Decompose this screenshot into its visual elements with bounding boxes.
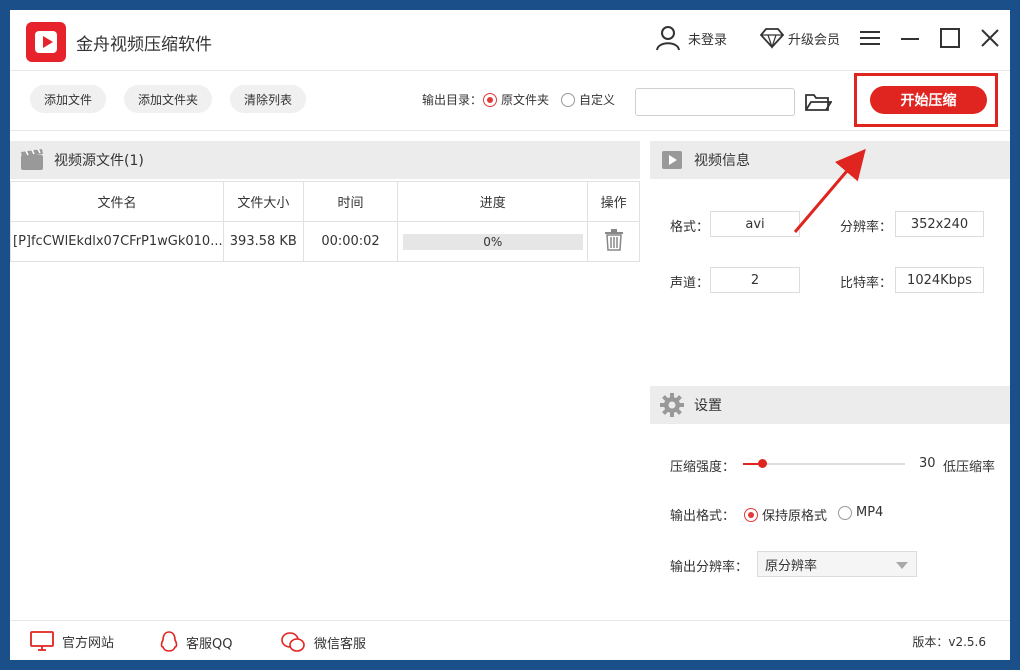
start-button-highlight: 开始压缩: [854, 73, 998, 127]
folder-open-icon[interactable]: [803, 88, 833, 116]
divider: [10, 70, 1010, 71]
option-label: 自定义: [579, 93, 616, 107]
files-panel-header: 视频源文件(1): [10, 141, 640, 179]
wechat-label: 微信客服: [314, 636, 367, 652]
radio-selected-icon: [483, 92, 497, 107]
vip-label: 升级会员: [788, 32, 841, 48]
minimize-icon[interactable]: [890, 18, 930, 58]
output-format-keep-option[interactable]: 保持原格式: [744, 505, 827, 524]
progress-bar: 0%: [402, 233, 583, 250]
radio-icon: [561, 92, 575, 107]
table-row[interactable]: [P]fcCWlEkdlx07CFrP1wGk010... 393.58 KB …: [10, 221, 640, 262]
slider-thumb[interactable]: [757, 459, 767, 468]
file-name-cell: [P]fcCWlEkdlx07CFrP1wGk010...: [10, 221, 224, 262]
monitor-icon: [30, 631, 54, 651]
output-format-mp4-option[interactable]: MP4: [838, 505, 883, 520]
title-bar: 金舟视频压缩软件 未登录 升级会员: [10, 10, 1010, 70]
compress-strength-desc: 低压缩率: [943, 460, 996, 475]
column-header: 进度: [397, 181, 589, 222]
gear-icon: [660, 393, 684, 417]
start-compress-button[interactable]: 开始压缩: [870, 86, 987, 114]
resolution-value: 352x240: [895, 211, 984, 237]
chevron-down-icon: [896, 562, 908, 569]
maximize-icon[interactable]: [930, 18, 970, 58]
file-size-cell: 393.58 KB: [222, 221, 304, 262]
customer-qq-link[interactable]: 客服QQ: [160, 631, 232, 653]
table-header-row: 文件名 文件大小 时间 进度 操作: [10, 181, 640, 222]
website-label: 官方网站: [62, 635, 115, 651]
customer-wechat-link[interactable]: 微信客服: [280, 631, 366, 653]
format-value: avi: [710, 211, 800, 237]
video-info-title: 视频信息: [694, 153, 750, 169]
add-folder-button[interactable]: 添加文件夹: [124, 85, 213, 113]
format-label: 格式：: [670, 220, 710, 235]
column-header: 时间: [302, 181, 399, 222]
clear-list-button[interactable]: 清除列表: [230, 85, 307, 113]
film-icon: [20, 148, 44, 172]
column-header: 文件大小: [222, 181, 304, 222]
trash-icon[interactable]: [604, 228, 624, 255]
footer: 官方网站 客服QQ 微信客服 版本：v2.5.6: [10, 620, 1010, 660]
output-resolution-select[interactable]: 原分辨率: [757, 551, 917, 577]
close-icon[interactable]: [970, 18, 1010, 58]
diamond-icon: [760, 28, 784, 49]
user-icon: [656, 26, 680, 51]
channels-value: 2: [710, 267, 800, 293]
wechat-icon: [281, 632, 305, 652]
qq-label: 客服QQ: [186, 636, 233, 652]
video-info-header: 视频信息: [650, 141, 1010, 179]
action-cell: [587, 221, 640, 262]
login-label: 未登录: [688, 32, 728, 48]
upgrade-vip-button[interactable]: 升级会员: [760, 18, 840, 58]
qq-icon: [160, 631, 178, 652]
output-format-label: 输出格式：: [670, 509, 736, 524]
panel-divider: [640, 131, 650, 621]
login-button[interactable]: 未登录: [655, 18, 727, 58]
compress-strength-slider[interactable]: [743, 459, 905, 468]
resolution-label: 分辨率：: [840, 220, 893, 235]
radio-selected-icon: [744, 507, 758, 522]
file-table: 文件名 文件大小 时间 进度 操作 [P]fcCWlEkdlx07CFrP1wG…: [10, 181, 640, 262]
bitrate-label: 比特率：: [840, 276, 893, 291]
channels-label: 声道：: [670, 276, 710, 291]
settings-title: 设置: [694, 398, 722, 414]
version-label: 版本：v2.5.6: [912, 635, 986, 649]
progress-cell: 0%: [397, 221, 589, 262]
app-title: 金舟视频压缩软件: [76, 35, 212, 55]
play-icon: [660, 148, 684, 172]
app-logo-icon: [26, 22, 66, 62]
select-value: 原分辨率: [765, 558, 818, 574]
app-window: 金舟视频压缩软件 未登录 升级会员 添加文件 添加文件夹 清除列表 输出目录： …: [10, 10, 1010, 660]
official-website-link[interactable]: 官方网站: [30, 631, 114, 651]
settings-header: 设置: [650, 386, 1010, 424]
add-file-button[interactable]: 添加文件: [30, 85, 107, 113]
files-panel-title: 视频源文件(1): [54, 153, 144, 169]
menu-icon[interactable]: [850, 18, 890, 58]
output-source-folder-option[interactable]: 原文件夹: [483, 91, 549, 108]
option-label: MP4: [856, 505, 884, 520]
compress-strength-value: 30: [919, 456, 936, 471]
progress-text: 0%: [483, 234, 503, 249]
output-custom-option[interactable]: 自定义: [561, 91, 615, 108]
output-path-input[interactable]: [635, 88, 795, 116]
option-label: 保持原格式: [762, 509, 828, 524]
column-header: 操作: [587, 181, 640, 222]
bitrate-value: 1024Kbps: [895, 267, 984, 293]
divider: [10, 130, 1010, 131]
output-dir-label: 输出目录：: [422, 93, 483, 107]
output-resolution-label: 输出分辨率：: [670, 560, 749, 575]
radio-icon: [838, 505, 852, 520]
option-label: 原文件夹: [501, 93, 550, 107]
column-header: 文件名: [10, 181, 224, 222]
compress-strength-label: 压缩强度：: [670, 460, 736, 475]
file-time-cell: 00:00:02: [302, 221, 399, 262]
